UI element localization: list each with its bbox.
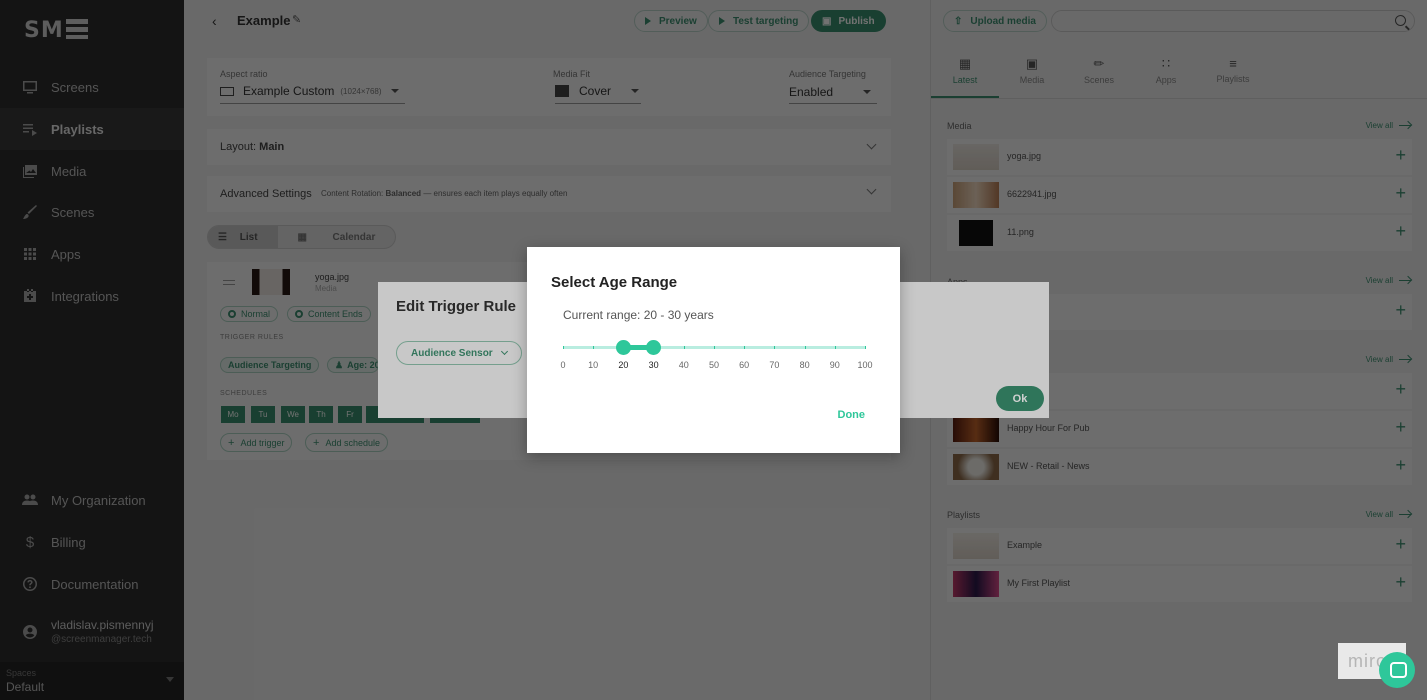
slider-tick-label: 20 — [618, 360, 629, 370]
slider-tick — [563, 346, 564, 349]
slider-tick — [865, 346, 866, 349]
current-range-text: Current range: 20 - 30 years — [563, 308, 714, 322]
slider-tick — [653, 346, 655, 349]
slider-tick-label: 80 — [799, 360, 810, 370]
slider-tick — [744, 346, 746, 349]
age-range-slider[interactable]: 0 10 20 30 40 50 60 70 80 90 100 — [560, 340, 873, 381]
select-age-range-dialog: Select Age Range Current range: 20 - 30 … — [527, 247, 900, 453]
app-root: SM Screens Playlists Media Scenes Apps I… — [0, 0, 1427, 700]
slider-tick — [683, 346, 685, 349]
slider-tick — [774, 346, 776, 349]
slider-tick-label: 90 — [829, 360, 840, 370]
slider-tick-label: 50 — [708, 360, 720, 370]
slider-tick-label: 100 — [857, 360, 873, 370]
chat-button[interactable] — [1379, 652, 1415, 688]
slider-tick — [593, 346, 595, 349]
slider-tick-label: 0 — [560, 360, 566, 370]
slider-tick-label: 60 — [739, 360, 750, 370]
slider-tick — [834, 346, 836, 349]
slider-tick-label: 70 — [769, 360, 780, 370]
slider-tick-label: 10 — [588, 360, 599, 370]
slider-tick — [714, 346, 715, 349]
slider-tick — [804, 346, 806, 349]
slider-tick-label: 30 — [648, 360, 659, 370]
slider-tick-label: 40 — [678, 360, 689, 370]
done-button[interactable]: Done — [838, 409, 866, 421]
slider-tick — [623, 346, 625, 349]
dialog-title: Select Age Range — [551, 274, 678, 291]
